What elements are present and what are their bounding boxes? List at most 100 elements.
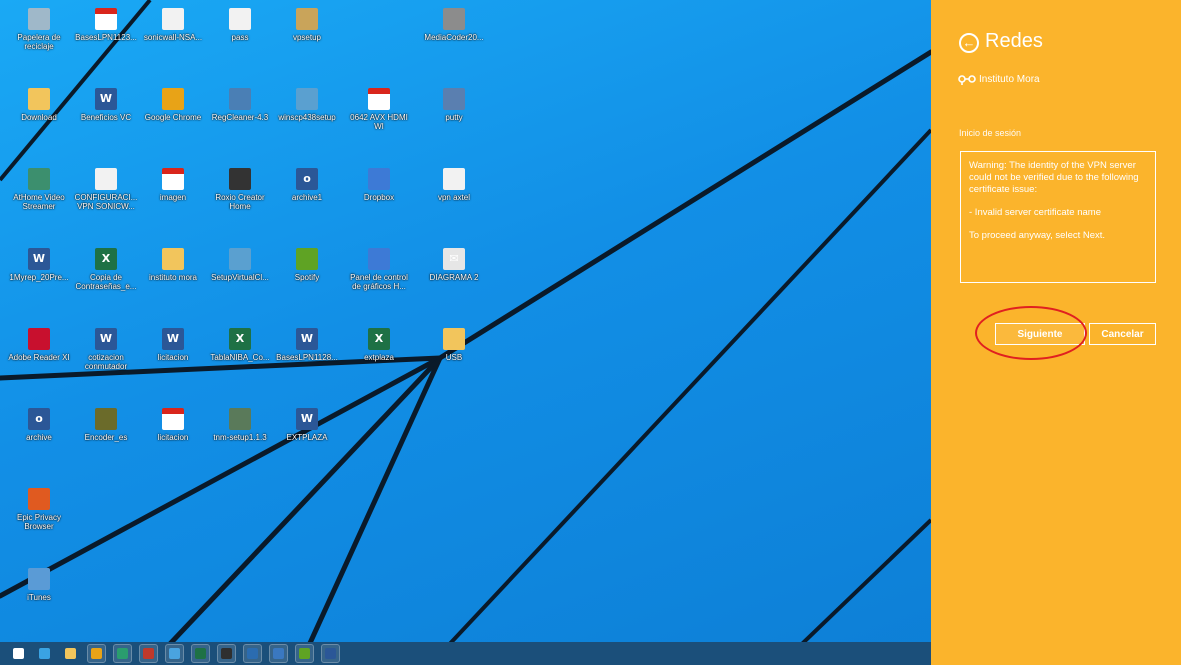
pdf-icon — [162, 168, 184, 190]
photos-icon-glyph — [143, 648, 154, 659]
desktop-icon[interactable]: SetupVirtualCl... — [207, 248, 273, 282]
desktop-icon[interactable]: instituto mora — [140, 248, 206, 282]
desktop-icon[interactable]: BasesLPN1123... — [73, 8, 139, 42]
desktop-icon-label: BasesLPN1123... — [75, 33, 137, 42]
word-doc-icon: W — [95, 328, 117, 350]
desktop-icon-label: BasesLPN1128... — [276, 353, 338, 362]
outlook-icon[interactable] — [113, 644, 132, 663]
excel-icon-glyph — [195, 648, 206, 659]
desktop-icon[interactable]: CONFIGURACI... VPN SONICW... — [73, 168, 139, 211]
desktop-icon-label: archive1 — [291, 193, 323, 202]
doc-icon: o — [28, 408, 50, 430]
desktop-icon[interactable]: Adobe Reader XI — [6, 328, 72, 362]
desktop-icon[interactable]: USB — [421, 328, 487, 362]
desktop-icon-label: archive — [26, 433, 52, 442]
networks-charm-panel: ← Redes Instituto Mora Inicio de sesión … — [931, 0, 1181, 665]
desktop-icon[interactable]: Encoder_es — [73, 408, 139, 442]
internet-explorer-icon[interactable] — [36, 645, 53, 662]
desktop-icon-label: SetupVirtualCl... — [211, 273, 269, 282]
desktop-icon[interactable]: 0642 AVX HDMI WI — [346, 88, 412, 131]
roxio-icon — [229, 168, 251, 190]
warning-issue: - Invalid server certificate name — [969, 207, 1101, 218]
desktop-icon-label: Google Chrome — [144, 113, 202, 122]
word-doc-icon: W — [95, 88, 117, 110]
cancel-button[interactable]: Cancelar — [1089, 323, 1156, 345]
desktop-icon[interactable]: Xextplaza — [346, 328, 412, 362]
desktop-icon[interactable]: W BasesLPN1128... — [274, 328, 340, 362]
desktop-icon[interactable]: Papelera de reciclaje — [6, 8, 72, 51]
desktop-icon[interactable]: o archive1 — [274, 168, 340, 202]
spotify-icon — [296, 248, 318, 270]
spotify-icon[interactable] — [295, 644, 314, 663]
regcleaner-icon — [229, 88, 251, 110]
desktop-icon[interactable]: Download — [6, 88, 72, 122]
desktop-icon[interactable]: Epic Privacy Browser — [6, 488, 72, 531]
desktop-icon-label: tnm-setup1.1.3 — [213, 433, 267, 442]
desktop-icon[interactable]: imagen — [140, 168, 206, 202]
desktop-icon-label: CONFIGURACI... VPN SONICW... — [74, 193, 138, 211]
installer-icon — [229, 248, 251, 270]
desktop-icon-label: Download — [21, 113, 57, 122]
back-arrow-icon[interactable]: ← — [959, 33, 979, 53]
desktop-icon-label: imagen — [159, 193, 187, 202]
terminal-icon[interactable] — [217, 644, 236, 663]
desktop-icon[interactable]: X Copia de Contraseñas_e... — [73, 248, 139, 291]
desktop-icon[interactable]: Panel de control de gráficos H... — [346, 248, 412, 291]
desktop-icon[interactable]: W Beneficios VC — [73, 88, 139, 122]
desktop-icon[interactable]: W 1Myrep_20Pre... — [6, 248, 72, 282]
desktop-icon[interactable]: licitacion — [140, 408, 206, 442]
lync-icon[interactable] — [269, 644, 288, 663]
pdf-icon — [162, 408, 184, 430]
desktop-icon[interactable]: sonicwall-NSA... — [140, 8, 206, 42]
remote-desktop-icon[interactable] — [165, 644, 184, 663]
desktop-icon-label: AtHome Video Streamer — [13, 193, 65, 211]
network-name: Instituto Mora — [979, 74, 1040, 85]
desktop-icon-label: Epic Privacy Browser — [16, 513, 61, 531]
photos-icon[interactable] — [139, 644, 158, 663]
desktop-icon[interactable]: Dropbox — [346, 168, 412, 202]
desktop-icon[interactable]: vpsetup — [274, 8, 340, 42]
spotify-icon-glyph — [299, 648, 310, 659]
desktop-icon[interactable]: Wlicitacion — [140, 328, 206, 362]
word-doc-icon: W — [28, 248, 50, 270]
desktop-icon-label: Spotify — [294, 273, 320, 282]
desktop-icon[interactable]: Wcotizacion conmutador — [73, 328, 139, 371]
desktop-icon-label: winscp438setup — [278, 113, 336, 122]
pdf-icon — [368, 88, 390, 110]
desktop-icon[interactable]: W EXTPLAZA — [274, 408, 340, 442]
desktop-icon[interactable]: RegCleaner-4.3 — [207, 88, 273, 122]
chrome-icon-glyph — [91, 648, 102, 659]
file-explorer-icon[interactable] — [62, 645, 79, 662]
desktop-icon[interactable]: AtHome Video Streamer — [6, 168, 72, 211]
excel-icon[interactable] — [191, 644, 210, 663]
chrome-icon[interactable] — [87, 644, 106, 663]
word-icon[interactable] — [321, 644, 340, 663]
outlook-icon[interactable] — [243, 644, 262, 663]
desktop-icon[interactable]: iTunes — [6, 568, 72, 602]
desktop-icon[interactable]: ✉ DIAGRAMA 2 — [421, 248, 487, 282]
desktop-icon-label: EXTPLAZA — [286, 433, 328, 442]
desktop-icon[interactable]: winscp438setup — [274, 88, 340, 122]
file-icon — [229, 8, 251, 30]
desktop-icon[interactable]: o archive — [6, 408, 72, 442]
desktop-icon-label: 0642 AVX HDMI WI — [350, 113, 408, 131]
start-icon-glyph — [13, 648, 24, 659]
desktop-icon[interactable]: putty — [421, 88, 487, 122]
desktop-icon-label: licitacion — [157, 433, 189, 442]
desktop-icon[interactable]: pass — [207, 8, 273, 42]
desktop-icon[interactable]: vpn axtel — [421, 168, 487, 202]
adobe-reader-icon — [28, 328, 50, 350]
folder-icon — [162, 248, 184, 270]
desktop-icon-label: Copia de Contraseñas_e... — [75, 273, 137, 291]
desktop-icon[interactable]: Google Chrome — [140, 88, 206, 122]
desktop-icon[interactable]: X TablaNIBA_Co... — [207, 328, 273, 362]
desktop-icon[interactable]: MediaCoder20... — [421, 8, 487, 42]
desktop-icon-label: Roxio Creator Home — [215, 193, 265, 211]
desktop-icon[interactable]: Roxio Creator Home — [207, 168, 273, 211]
graphics-panel-icon — [368, 248, 390, 270]
desktop-icon-label: pass — [231, 33, 249, 42]
next-button[interactable]: Siguiente — [995, 323, 1085, 345]
start-icon[interactable] — [10, 645, 27, 662]
desktop-icon[interactable]: tnm-setup1.1.3 — [207, 408, 273, 442]
desktop-icon[interactable]: Spotify — [274, 248, 340, 282]
